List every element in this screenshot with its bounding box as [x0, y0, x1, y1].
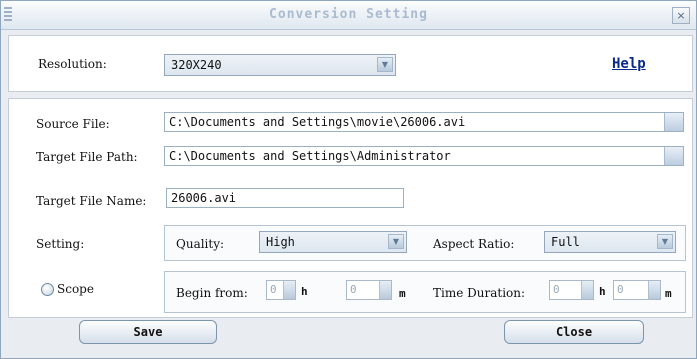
- source-file-input[interactable]: C:\Documents and Settings\movie\26006.av…: [164, 112, 684, 132]
- duration-hour-value: 0: [553, 283, 560, 296]
- aspect-ratio-label: Aspect Ratio:: [433, 237, 515, 251]
- duration-minute-spinner[interactable]: 0: [613, 280, 661, 300]
- resolution-label: Resolution:: [38, 57, 107, 71]
- source-file-label: Source File:: [36, 117, 110, 131]
- spinner-arrows-icon[interactable]: [581, 281, 593, 299]
- aspect-ratio-dropdown[interactable]: Full ▼: [544, 231, 676, 253]
- begin-minute-unit: m: [399, 287, 406, 300]
- window-title: Conversion Setting: [269, 7, 428, 22]
- scope-label: Scope: [57, 282, 94, 296]
- begin-minute-spinner[interactable]: 0: [346, 280, 392, 300]
- begin-hour-value: 0: [270, 283, 277, 296]
- browse-icon[interactable]: [664, 113, 683, 131]
- begin-from-label: Begin from:: [176, 286, 248, 300]
- save-button[interactable]: Save: [79, 320, 217, 344]
- begin-minute-value: 0: [350, 283, 357, 296]
- quality-value: High: [266, 235, 295, 249]
- source-file-value: C:\Documents and Settings\movie\26006.av…: [169, 115, 466, 129]
- quality-label: Quality:: [176, 237, 225, 251]
- target-path-value: C:\Documents and Settings\Administrator: [169, 149, 451, 163]
- resolution-dropdown[interactable]: 320X240 ▼: [164, 54, 396, 76]
- target-name-input[interactable]: 26006.avi: [166, 188, 404, 208]
- help-link[interactable]: Help: [612, 56, 646, 72]
- chevron-down-icon[interactable]: ▼: [388, 234, 404, 249]
- close-icon[interactable]: ×: [672, 7, 690, 24]
- title-bar[interactable]: Conversion Setting ×: [1, 1, 696, 30]
- begin-hour-spinner[interactable]: 0: [266, 280, 296, 300]
- target-name-label: Target File Name:: [36, 194, 147, 208]
- time-duration-label: Time Duration:: [433, 286, 526, 300]
- target-path-label: Target File Path:: [36, 150, 138, 164]
- target-name-value: 26006.avi: [171, 191, 237, 205]
- duration-hour-spinner[interactable]: 0: [549, 280, 594, 300]
- spinner-arrows-icon[interactable]: [283, 281, 295, 299]
- chevron-down-icon[interactable]: ▼: [377, 57, 393, 72]
- resolution-value: 320X240: [171, 58, 222, 72]
- duration-hour-unit: h: [599, 285, 606, 298]
- chevron-down-icon[interactable]: ▼: [657, 234, 673, 249]
- aspect-ratio-value: Full: [551, 235, 580, 249]
- browse-icon[interactable]: [664, 147, 683, 165]
- quality-dropdown[interactable]: High ▼: [259, 231, 407, 253]
- spinner-arrows-icon[interactable]: [648, 281, 660, 299]
- setting-label: Setting:: [36, 237, 85, 251]
- duration-minute-unit: m: [665, 287, 672, 300]
- duration-minute-value: 0: [617, 283, 624, 296]
- spinner-arrows-icon[interactable]: [379, 281, 391, 299]
- begin-hour-unit: h: [301, 285, 308, 298]
- conversion-setting-dialog: Conversion Setting × Resolution: 320X240…: [0, 0, 697, 359]
- target-path-input[interactable]: C:\Documents and Settings\Administrator: [164, 146, 684, 166]
- close-button[interactable]: Close: [504, 320, 644, 344]
- scope-radio[interactable]: [41, 283, 54, 296]
